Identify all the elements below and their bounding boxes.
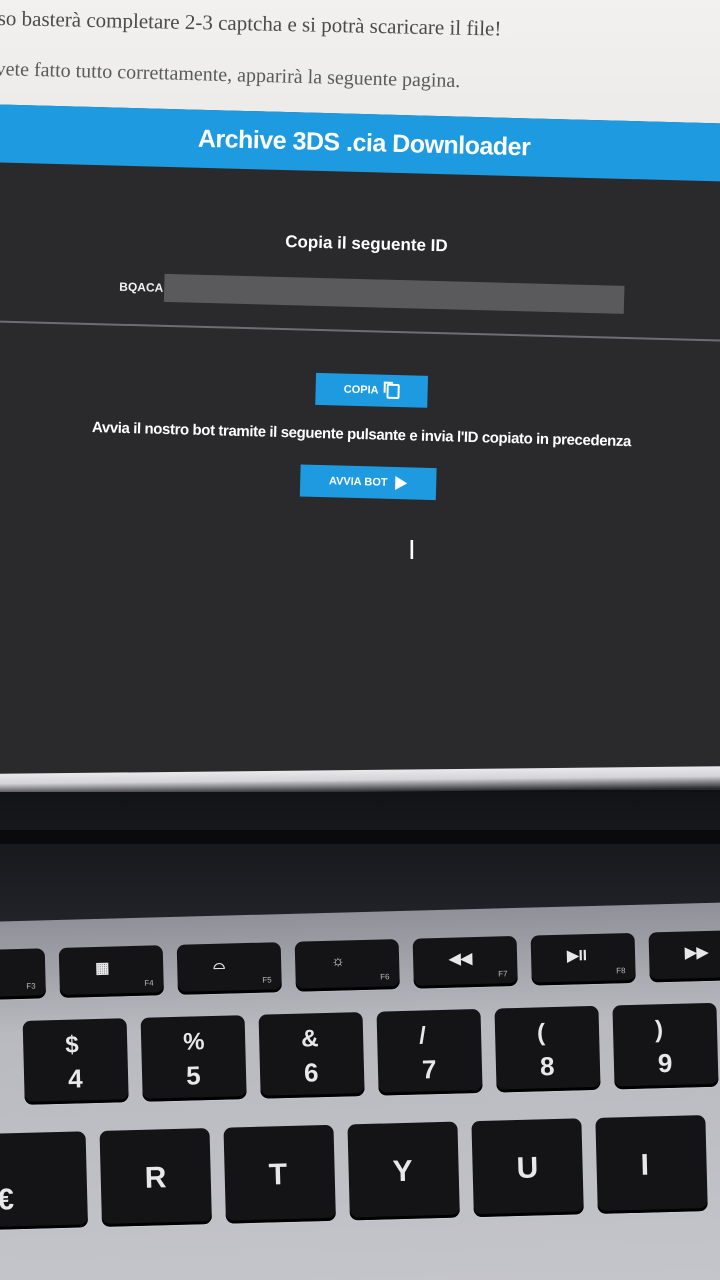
number-key-9[interactable]: ) 9 [612, 1002, 719, 1090]
key-digit: 8 [539, 1051, 555, 1082]
key-symbol: % [182, 1028, 205, 1056]
letter-key-5[interactable]: I [595, 1115, 708, 1214]
function-key-label: F8 [616, 966, 626, 976]
key-letter: € [0, 1183, 15, 1217]
function-key-f4[interactable]: ▦ F4 [58, 945, 164, 998]
key-letter: R [144, 1161, 167, 1195]
keyboard-deck: F3▦F4⌓F5☼F6◀◀F7▶IIF8▶▶F9$4%5&6/7(8)9€RTY… [0, 901, 720, 1280]
photo-frame: so basterà completare 2-3 captcha e si p… [0, 0, 720, 1280]
key-symbol: / [418, 1022, 427, 1050]
play-pause-icon: ▶II [566, 947, 588, 965]
letter-key-2[interactable]: T [223, 1124, 336, 1224]
key-letter: U [516, 1151, 539, 1186]
function-key-f9[interactable]: ▶▶F9 [648, 929, 720, 983]
laptop-screen: so basterà completare 2-3 captcha e si p… [0, 0, 720, 790]
function-key-f3[interactable]: F3 [0, 948, 47, 1002]
number-key-5[interactable]: % 5 [140, 1015, 247, 1102]
fast-forward-icon: ▶▶ [684, 943, 709, 962]
keyboard-brightness-up-icon: ☼ [330, 952, 346, 970]
function-key-f7[interactable]: ◀◀ F7 [412, 935, 518, 989]
key-symbol: $ [64, 1031, 79, 1059]
section-title: Copia il seguente ID [285, 232, 448, 256]
play-icon [395, 476, 408, 491]
id-value: BQACA [119, 279, 164, 295]
copy-button[interactable]: COPIA [315, 372, 429, 408]
number-key-8[interactable]: (8 [494, 1005, 601, 1093]
id-field[interactable]: BQACA [119, 273, 625, 314]
key-symbol: & [300, 1025, 319, 1053]
function-key-label: F4 [144, 978, 154, 988]
key-digit: 5 [185, 1060, 201, 1091]
rewind-icon: ◀◀ [448, 950, 473, 968]
function-key-f8[interactable]: ▶II F8 [530, 932, 636, 986]
letter-key-0[interactable]: € [0, 1131, 89, 1231]
function-key-f6[interactable]: ☼ F6 [294, 939, 400, 992]
key-digit: 4 [67, 1063, 83, 1094]
keyboard-area: F3▦F4⌓F5☼F6◀◀F7▶IIF8▶▶F9$4%5&6/7(8)9€RTY… [0, 792, 720, 1280]
article-text-line: vete fatto tutto correttamente, apparirà… [0, 58, 461, 93]
function-key-f5[interactable]: ⌓ F5 [176, 942, 282, 995]
key-digit: 6 [303, 1057, 319, 1088]
key-letter: Y [392, 1154, 414, 1189]
hinge [0, 830, 720, 844]
key-letter: I [640, 1148, 650, 1182]
divider [0, 319, 720, 343]
text-cursor-icon: I [408, 536, 416, 566]
start-bot-button[interactable]: AVVIA BOT [299, 464, 437, 501]
letter-key-4[interactable]: U [471, 1118, 584, 1218]
function-key-label: F3 [26, 981, 36, 991]
copy-button-label: COPIA [343, 383, 379, 397]
keyboard-brightness-down-icon: ⌓ [212, 955, 226, 973]
letter-key-1[interactable]: R [99, 1128, 212, 1227]
app-title: Archive 3DS .cia Downloader [197, 124, 531, 161]
copy-icon [386, 383, 400, 399]
key-symbol: ( [536, 1019, 546, 1047]
downloader-app: Archive 3DS .cia Downloader Copia il seg… [0, 104, 720, 790]
number-key-4[interactable]: $4 [22, 1018, 129, 1105]
number-key-7[interactable]: /7 [376, 1008, 483, 1096]
letter-key-3[interactable]: Y [347, 1121, 460, 1221]
key-symbol: ) [654, 1016, 664, 1044]
function-key-label: F6 [380, 972, 390, 982]
key-letter: T [268, 1158, 288, 1192]
key-digit: 9 [657, 1047, 673, 1079]
article-text-line: so basterà completare 2-3 captcha e si p… [0, 6, 502, 41]
instruction-text: Avvia il nostro bot tramite il seguente … [91, 419, 632, 451]
id-redacted-bar [163, 273, 625, 314]
function-key-label: F7 [498, 969, 508, 979]
key-digit: 7 [421, 1054, 437, 1085]
launchpad-icon: ▦ [95, 959, 110, 977]
function-key-label: F5 [262, 975, 272, 985]
start-bot-label: AVVIA BOT [328, 475, 388, 489]
number-key-6[interactable]: & 6 [258, 1012, 365, 1099]
